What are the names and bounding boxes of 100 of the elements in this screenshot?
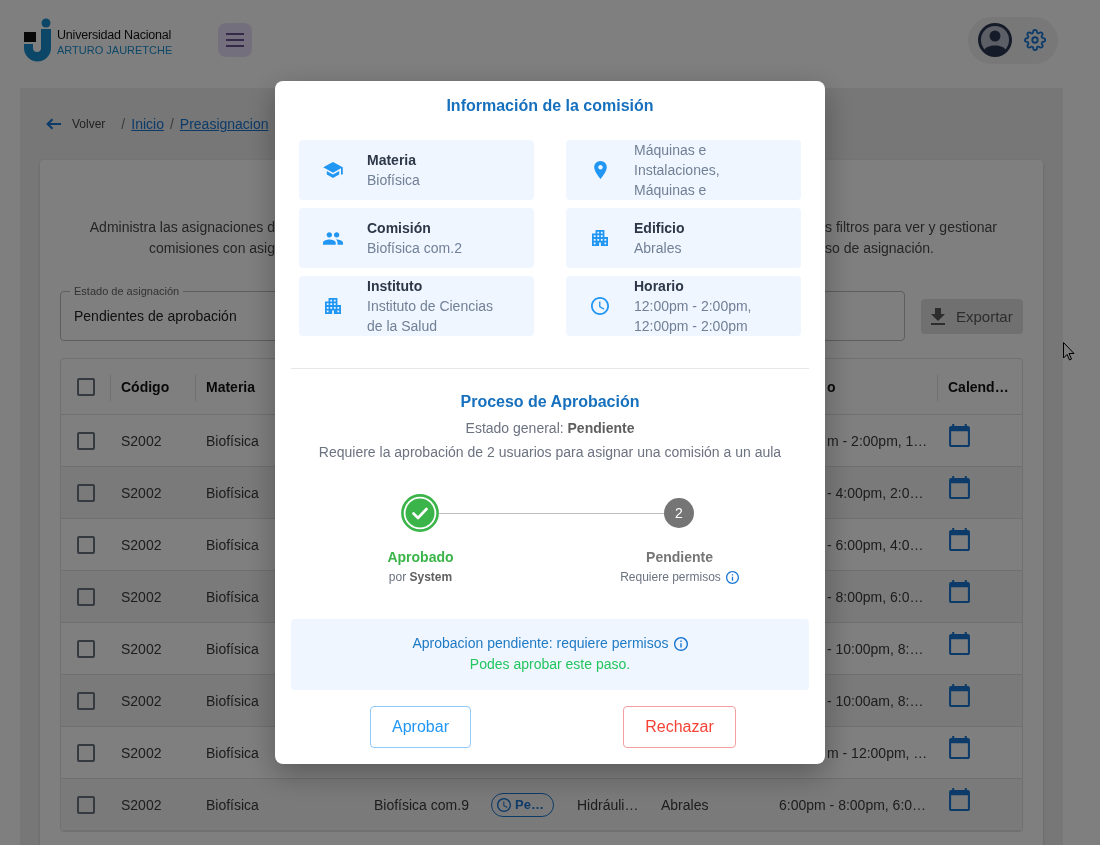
breadcrumb-separator: / xyxy=(121,116,126,132)
row-checkbox[interactable] xyxy=(76,535,95,554)
schedule-text: m - 2:00pm, 1… xyxy=(827,432,928,449)
schedule-text: - 4:00pm, 2:0… xyxy=(827,484,924,501)
column-header[interactable]: Código xyxy=(121,378,170,395)
logo-text: ARTURO JAURETCHE xyxy=(57,42,173,57)
description-text: comisiones con asig xyxy=(148,239,275,258)
info-label: Horario xyxy=(634,277,685,296)
breadcrumb-link[interactable]: Inicio xyxy=(131,116,164,132)
info-label: Comisión xyxy=(367,219,432,238)
clock-icon xyxy=(591,297,609,315)
column-header[interactable]: o xyxy=(827,378,836,395)
calendar-icon[interactable] xyxy=(949,684,970,707)
calendar-icon[interactable] xyxy=(949,580,970,603)
clock-icon xyxy=(497,797,511,812)
info-value: Biofísica com.2 xyxy=(367,239,462,258)
calendar-icon[interactable] xyxy=(949,528,970,551)
info-label: Edificio xyxy=(634,219,685,238)
status-text: Estado general: Pendiente xyxy=(464,419,636,438)
mouse-cursor-icon xyxy=(1063,342,1075,361)
subject-name: Biofísica xyxy=(206,640,259,657)
back-link[interactable]: Volver xyxy=(46,117,106,131)
reject-button[interactable]: Rechazar xyxy=(623,706,736,748)
info-value: Abrales xyxy=(634,239,683,258)
step-label: Pendiente xyxy=(646,548,713,567)
subject-name: Biofísica xyxy=(206,796,259,813)
download-icon xyxy=(931,307,945,325)
course-code: S2002 xyxy=(121,484,162,501)
row-checkbox[interactable] xyxy=(76,431,95,450)
step-detail: por System xyxy=(388,569,453,585)
building-icon xyxy=(325,298,341,314)
subject-name: Biofísica xyxy=(206,744,259,761)
info-value: Instituto de Ciencias de la Salud xyxy=(367,297,495,336)
step-label: Aprobado xyxy=(387,548,454,567)
settings-icon[interactable] xyxy=(1024,29,1046,51)
description-text: so de asignación. xyxy=(825,239,934,258)
info-label: Instituto xyxy=(367,277,424,296)
row-checkbox[interactable] xyxy=(76,639,95,658)
course-code: S2002 xyxy=(121,640,162,657)
logo-text: Universidad Nacional xyxy=(57,27,173,43)
graduation-cap-icon xyxy=(323,162,343,178)
info-label: Materia xyxy=(367,151,418,170)
column-header[interactable]: Materia xyxy=(206,378,256,395)
section-title: Proceso de Aprobación xyxy=(459,392,641,412)
calendar-icon[interactable] xyxy=(949,632,970,655)
subject-name: Biofísica xyxy=(206,692,259,709)
subject-name: Biofísica xyxy=(206,432,259,449)
info-value: Biofísica xyxy=(367,171,420,190)
schedule-text: - 10:00pm, 8:… xyxy=(827,640,924,657)
info-value: 12:00pm - 2:00pm, 12:00pm - 2:00pm xyxy=(634,297,753,336)
logo-icon xyxy=(24,18,54,62)
subject-name: Biofísica xyxy=(206,588,259,605)
calendar-icon[interactable] xyxy=(949,736,970,759)
dialog-title: Información de la comisión xyxy=(445,96,655,116)
select-all-checkbox[interactable] xyxy=(76,377,95,396)
course-code: S2002 xyxy=(121,536,162,553)
calendar-icon[interactable] xyxy=(949,788,970,811)
schedule-text: - 6:00pm, 4:0… xyxy=(827,536,924,553)
building-icon xyxy=(592,230,608,246)
breadcrumb-link[interactable]: Preasignacion xyxy=(179,116,269,132)
schedule-text: m - 12:00pm, … xyxy=(827,744,928,761)
course-code: S2002 xyxy=(121,744,162,761)
people-icon xyxy=(323,231,343,245)
schedule-text: 6:00pm - 8:00pm, 6:0… xyxy=(779,796,927,813)
course-code: S2002 xyxy=(121,588,162,605)
menu-icon xyxy=(226,33,244,47)
step-number: 2 xyxy=(664,498,694,528)
notice-note: Podes aprobar este paso. xyxy=(469,655,631,674)
avatar-icon[interactable] xyxy=(978,23,1012,57)
row-checkbox[interactable] xyxy=(76,587,95,606)
breadcrumb-separator: / xyxy=(169,116,174,132)
row-checkbox[interactable] xyxy=(76,795,95,814)
calendar-icon[interactable] xyxy=(949,476,970,499)
info-value: Máquinas e Instalaciones, Máquinas e xyxy=(634,141,721,200)
info-icon[interactable] xyxy=(725,570,739,584)
row-checkbox[interactable] xyxy=(76,483,95,502)
description-text: s filtros para ver y gestionar xyxy=(825,218,997,237)
field-label: Estado de asignación xyxy=(70,285,184,298)
info-icon[interactable] xyxy=(673,636,688,651)
description-text: Administra las asignaciones d xyxy=(89,218,275,237)
status-label: Pe… xyxy=(515,797,544,812)
course-code: S2002 xyxy=(121,432,162,449)
row-checkbox[interactable] xyxy=(76,691,95,710)
course-code: S2002 xyxy=(121,692,162,709)
building-name: Abrales xyxy=(661,796,709,813)
location-text: Hidráuli… xyxy=(577,796,639,813)
course-code: S2002 xyxy=(121,796,162,813)
notice-text: Aprobacion pendiente: requiere permisos xyxy=(412,634,669,653)
subject-name: Biofísica xyxy=(206,484,259,501)
approve-button[interactable]: Aprobar xyxy=(370,706,471,748)
subject-name: Biofísica xyxy=(206,536,259,553)
calendar-icon[interactable] xyxy=(949,424,970,447)
row-checkbox[interactable] xyxy=(76,743,95,762)
requirement-text: Requiere la aprobación de 2 usuarios para asignar una comisión a un aula xyxy=(317,443,783,462)
step-detail: Requiere permisos xyxy=(620,569,721,585)
menu-button[interactable] xyxy=(218,23,252,57)
schedule-text: - 10:00am, 8:… xyxy=(827,692,924,709)
location-pin-icon xyxy=(593,161,607,179)
column-header[interactable]: Calend… xyxy=(948,378,1009,395)
commission-name: Biofísica com.9 xyxy=(374,796,469,813)
